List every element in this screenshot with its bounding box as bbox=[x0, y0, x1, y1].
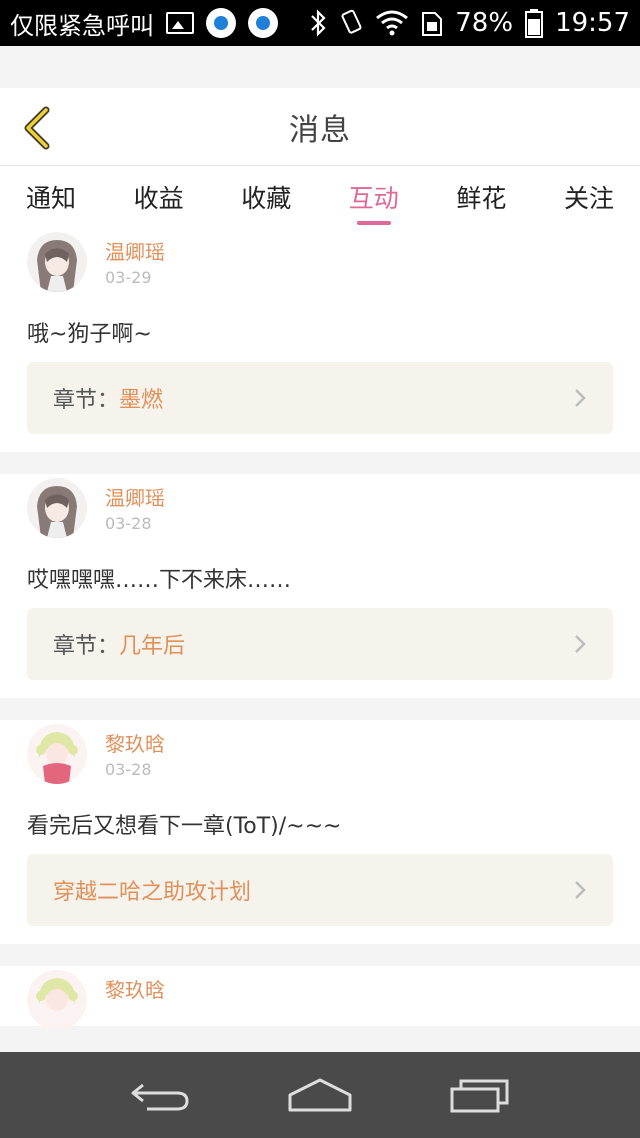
battery-icon bbox=[525, 9, 544, 38]
wifi-icon bbox=[376, 10, 409, 36]
carrier-text: 仅限紧急呼叫 bbox=[10, 11, 154, 40]
nav-back-button[interactable] bbox=[120, 1070, 200, 1120]
home-icon bbox=[288, 1078, 352, 1112]
date: 03-28 bbox=[105, 760, 152, 779]
tab-earnings[interactable]: 收益 bbox=[134, 169, 184, 225]
vibrate-icon bbox=[341, 9, 362, 34]
tab-favorites[interactable]: 收藏 bbox=[241, 169, 291, 225]
clock: 19:57 bbox=[555, 8, 630, 38]
tab-flowers[interactable]: 鲜花 bbox=[456, 169, 506, 225]
qq-icon bbox=[206, 8, 236, 38]
user-name[interactable]: 温卿瑶 bbox=[105, 482, 165, 511]
recents-icon bbox=[450, 1079, 509, 1113]
user-name[interactable]: 温卿瑶 bbox=[105, 236, 165, 265]
header: 消息 bbox=[0, 88, 640, 166]
date: 03-28 bbox=[105, 514, 152, 533]
list-item: 黎玖晗 bbox=[0, 966, 640, 1030]
tab-notifications[interactable]: 通知 bbox=[26, 169, 76, 225]
user-name[interactable]: 黎玖晗 bbox=[105, 974, 165, 1003]
nav-home-button[interactable] bbox=[280, 1070, 360, 1120]
page-title: 消息 bbox=[289, 112, 351, 148]
status-bar: 仅限紧急呼叫 78% 19:57 bbox=[0, 0, 640, 46]
list-item: 黎玖晗 03-28 看完后又想看下一章(ToT)/~~~ 穿越二哈之助攻计划 bbox=[0, 720, 640, 944]
avatar[interactable] bbox=[27, 970, 87, 1030]
tab-following[interactable]: 关注 bbox=[564, 169, 614, 225]
chevron-right-icon bbox=[575, 389, 586, 407]
comment-text: 哎嘿嘿嘿……下不来床…… bbox=[27, 568, 292, 593]
comment-text: 看完后又想看下一章(ToT)/~~~ bbox=[27, 814, 342, 839]
qq-icon-2 bbox=[248, 8, 278, 38]
chapter-name: 墨燃 bbox=[119, 388, 164, 413]
list-item: 温卿瑶 03-28 哎嘿嘿嘿……下不来床…… 章节： 几年后 bbox=[0, 474, 640, 698]
avatar[interactable] bbox=[27, 478, 87, 538]
chevron-right-icon bbox=[575, 881, 586, 899]
tab-interactions[interactable]: 互动 bbox=[349, 169, 399, 225]
sim-icon bbox=[422, 12, 443, 36]
nav-recents-button[interactable] bbox=[440, 1070, 520, 1120]
chapter-prefix: 章节： bbox=[53, 388, 120, 413]
comment-text: 哦~狗子啊~ bbox=[27, 322, 152, 347]
date: 03-29 bbox=[105, 268, 152, 287]
chapter-name: 几年后 bbox=[119, 634, 186, 659]
header-spacer bbox=[0, 46, 640, 88]
avatar[interactable] bbox=[27, 724, 87, 784]
chapter-link[interactable]: 章节： 几年后 bbox=[27, 608, 613, 680]
back-button[interactable] bbox=[14, 104, 58, 152]
chapter-name: 穿越二哈之助攻计划 bbox=[53, 880, 252, 905]
chapter-prefix: 章节： bbox=[53, 634, 120, 659]
user-name[interactable]: 黎玖晗 bbox=[105, 728, 165, 757]
chevron-right-icon bbox=[575, 635, 586, 653]
tab-bar: 通知 收益 收藏 互动 鲜花 关注 bbox=[0, 166, 640, 228]
back-arrow-icon bbox=[131, 1083, 189, 1111]
system-nav-bar bbox=[0, 1052, 640, 1138]
list-item: 温卿瑶 03-29 哦~狗子啊~ 章节： 墨燃 bbox=[0, 228, 640, 452]
battery-percent: 78% bbox=[455, 8, 514, 38]
chapter-link[interactable]: 穿越二哈之助攻计划 bbox=[27, 854, 613, 926]
chevron-left-icon bbox=[24, 106, 50, 150]
gallery-icon bbox=[166, 12, 194, 34]
chapter-link[interactable]: 章节： 墨燃 bbox=[27, 362, 613, 434]
interaction-feed: 温卿瑶 03-29 哦~狗子啊~ 章节： 墨燃 温卿瑶 03-28 哎嘿嘿嘿……… bbox=[0, 228, 640, 1052]
avatar[interactable] bbox=[27, 232, 87, 292]
bluetooth-icon bbox=[311, 9, 326, 37]
